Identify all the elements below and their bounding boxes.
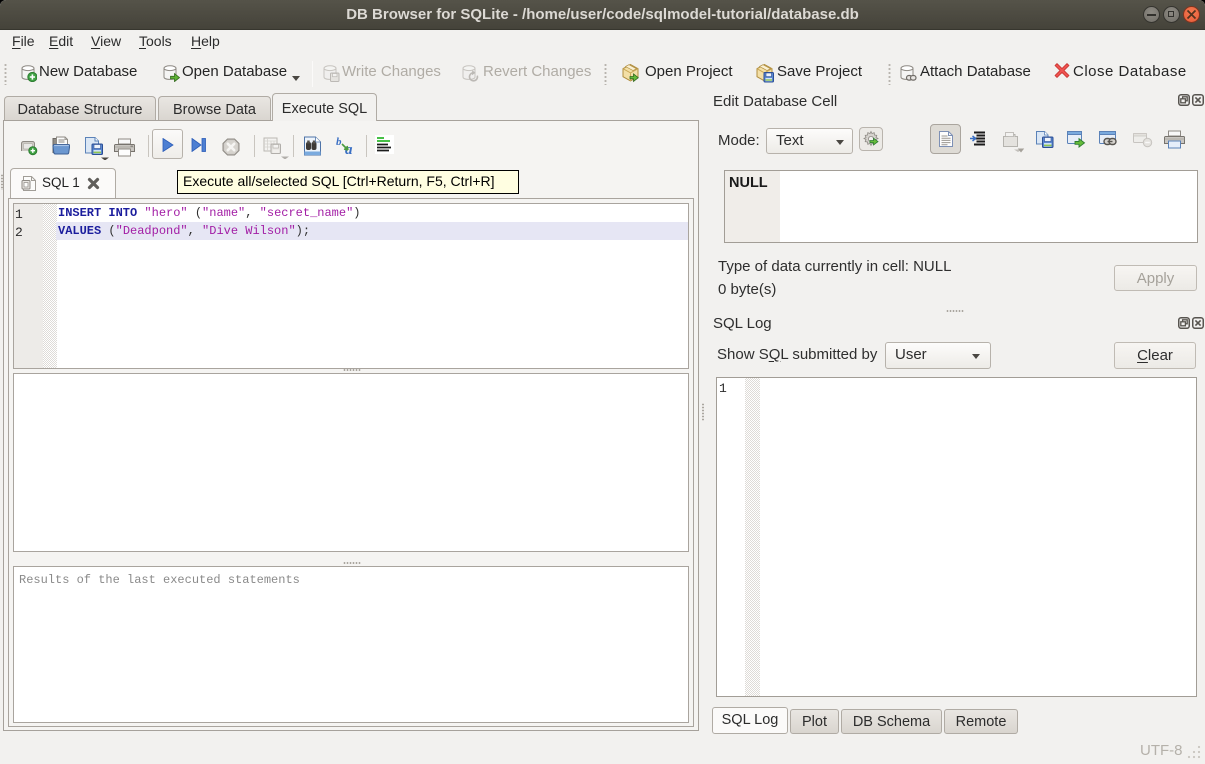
svg-text:b: b: [336, 136, 342, 148]
